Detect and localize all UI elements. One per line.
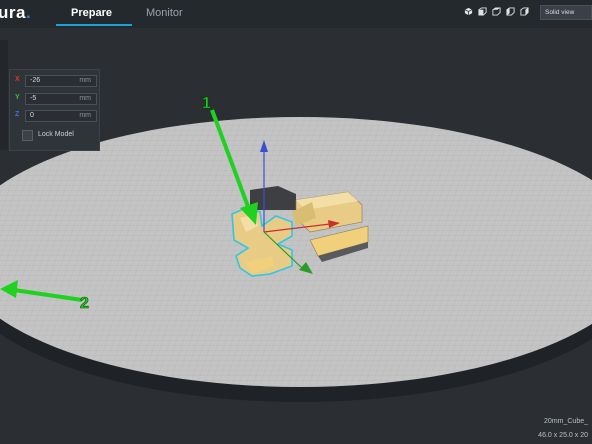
x-position-value: -26 <box>30 77 41 84</box>
tab-prepare[interactable]: Prepare <box>71 7 112 19</box>
z-unit: mm <box>79 112 91 119</box>
top-bar: ura. Prepare Monitor Solid view <box>0 0 592 28</box>
app-logo: ura. <box>0 3 32 22</box>
y-position-row: Y -5 mm <box>15 93 97 105</box>
y-axis-label: Y <box>15 94 20 101</box>
lock-model-checkbox[interactable] <box>22 130 33 141</box>
x-position-input[interactable]: -26 mm <box>25 75 97 87</box>
right-view-icon[interactable] <box>520 7 529 16</box>
lock-model-label: Lock Model <box>38 131 74 138</box>
object-dimensions: 46.0 x 25.0 x 20 <box>538 432 588 439</box>
view-camera-buttons <box>464 7 529 16</box>
z-position-value: 0 <box>30 112 34 119</box>
x-axis-label: X <box>15 76 20 83</box>
z-axis-label: Z <box>15 111 20 118</box>
tab-monitor[interactable]: Monitor <box>146 7 183 19</box>
annotation-label-1: 1 <box>202 95 211 112</box>
z-position-row: Z 0 mm <box>15 110 97 122</box>
object-name: 20mm_Cube_ <box>544 418 588 425</box>
left-toolbar <box>0 40 8 150</box>
z-position-input[interactable]: 0 mm <box>25 110 97 122</box>
front-view-icon[interactable] <box>478 7 487 16</box>
x-position-row: X -26 mm <box>15 75 97 87</box>
y-unit: mm <box>79 95 91 102</box>
left-view-icon[interactable] <box>506 7 515 16</box>
annotation-label-2: 2 <box>80 295 89 312</box>
y-position-input[interactable]: -5 mm <box>25 93 97 105</box>
view-mode-select[interactable]: Solid view <box>540 5 592 20</box>
y-position-value: -5 <box>30 95 37 102</box>
x-unit: mm <box>79 77 91 84</box>
3d-view-icon[interactable] <box>464 7 473 16</box>
top-view-icon[interactable] <box>492 7 501 16</box>
active-tab-indicator <box>56 24 132 26</box>
move-tool-panel: X -26 mm Y -5 mm Z 0 mm Lock Model <box>9 69 100 151</box>
